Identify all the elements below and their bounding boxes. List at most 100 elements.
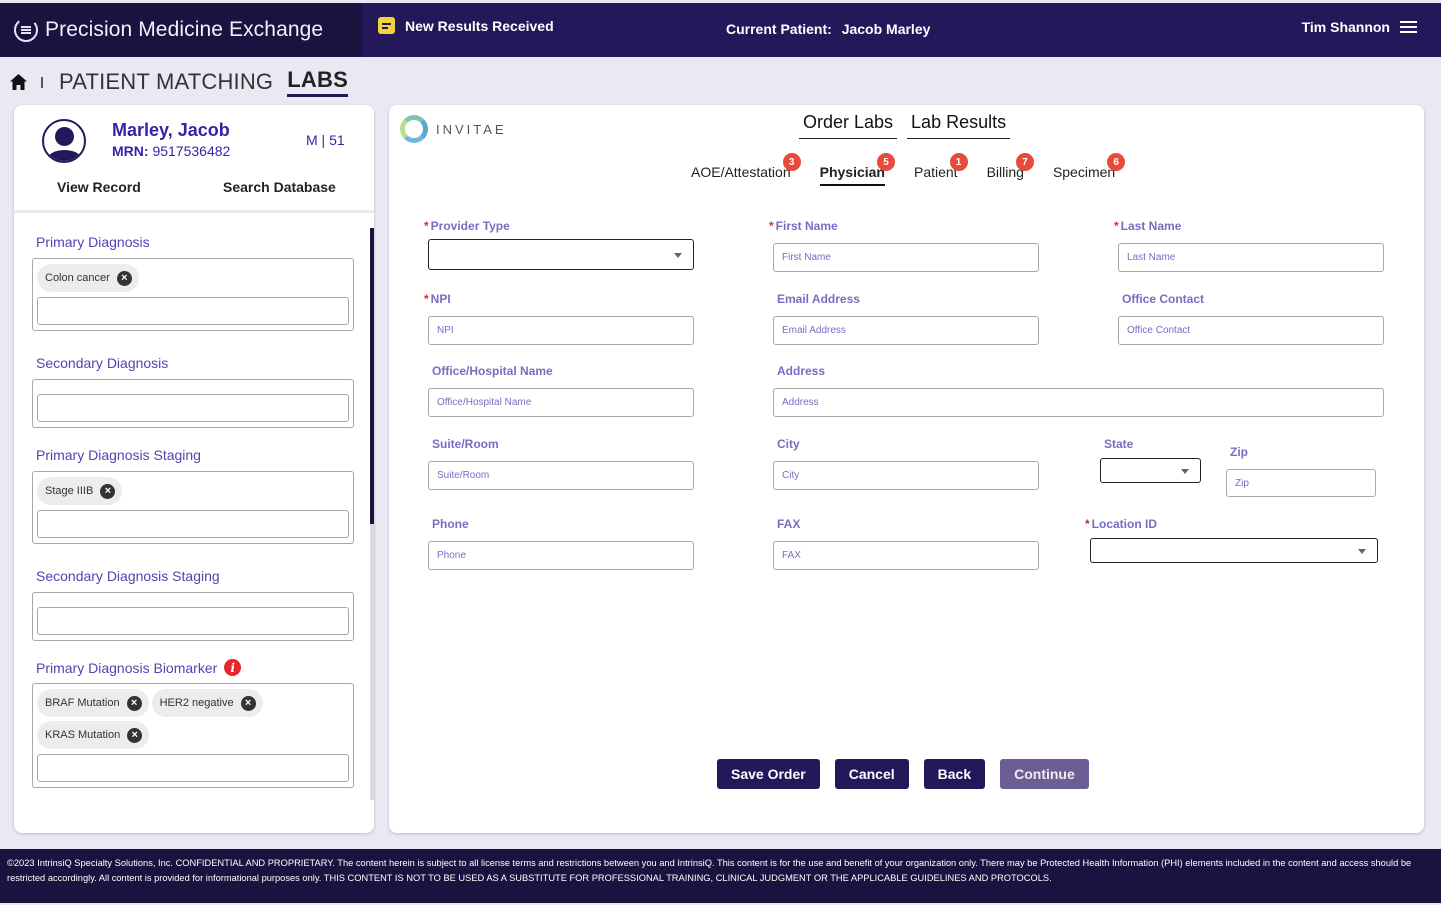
back-button[interactable]: Back: [923, 759, 986, 789]
address-field: Address Address: [773, 364, 1384, 417]
breadcrumb-patient-matching[interactable]: PATIENT MATCHING: [59, 69, 273, 95]
address-input[interactable]: Address: [773, 388, 1384, 417]
city-label: City: [777, 437, 800, 451]
main-tabs: Order Labs Lab Results: [799, 112, 1020, 139]
tab-order-labs[interactable]: Order Labs: [799, 112, 898, 139]
cancel-button[interactable]: Cancel: [834, 759, 909, 789]
remove-chip-icon[interactable]: ×: [240, 695, 256, 711]
remove-chip-icon[interactable]: ×: [126, 695, 142, 711]
suite-label: Suite/Room: [432, 437, 499, 451]
secondary-staging-input[interactable]: [37, 607, 349, 635]
app-name: Precision Medicine Exchange: [45, 18, 324, 41]
tab-lab-results[interactable]: Lab Results: [907, 112, 1011, 139]
count-badge: 6: [1107, 153, 1126, 171]
city-field: City City: [773, 437, 1039, 490]
info-icon[interactable]: i: [224, 659, 242, 676]
diagnosis-list: Primary Diagnosis Colon cancer × Secondar…: [14, 216, 374, 833]
view-record-link[interactable]: View Record: [57, 179, 141, 195]
biomarker-chip: KRAS Mutation ×: [37, 721, 150, 749]
primary-staging-section: Primary Diagnosis Staging Stage IIIB ×: [32, 447, 354, 544]
hamburger-menu-icon[interactable]: [1400, 20, 1417, 34]
current-patient-name: Jacob Marley: [841, 21, 931, 37]
subtab-patient[interactable]: Patient 1: [914, 153, 968, 186]
fax-input[interactable]: FAX: [773, 541, 1039, 570]
brand-logo-icon: [14, 18, 38, 42]
remove-chip-icon[interactable]: ×: [100, 483, 116, 499]
city-input[interactable]: City: [773, 461, 1039, 490]
first-name-label: * First Name: [769, 219, 838, 233]
provider-type-select[interactable]: [428, 239, 694, 270]
zip-input[interactable]: Zip: [1226, 469, 1376, 497]
state-label: State: [1104, 437, 1134, 451]
primary-staging-title: Primary Diagnosis Staging: [36, 447, 201, 463]
phone-input[interactable]: Phone: [428, 541, 694, 570]
sub-tabs: AOE/Attestation 3 Physician 5 Patient 1 Bil…: [691, 153, 1144, 186]
email-input[interactable]: Email Address: [773, 316, 1039, 345]
location-id-select[interactable]: [1090, 538, 1378, 563]
home-icon[interactable]: [10, 74, 27, 90]
current-patient-label: Current Patient:: [726, 21, 832, 37]
secondary-diagnosis-box: [32, 379, 354, 428]
patient-mrn: MRN: 9517536482: [112, 143, 231, 159]
patient-sex-age: M | 51: [306, 132, 345, 148]
last-name-field: * Last Name Last Name: [1114, 219, 1384, 272]
subtab-physician[interactable]: Physician 5: [819, 153, 895, 186]
vendor-name: INVITAE: [436, 121, 507, 137]
office-name-input[interactable]: Office/Hospital Name: [428, 388, 694, 417]
subtab-specimen[interactable]: Specimen 6: [1053, 153, 1126, 186]
npi-field: * NPI NPI: [424, 292, 694, 345]
secondary-staging-title: Secondary Diagnosis Staging: [36, 568, 220, 584]
brand[interactable]: Precision Medicine Exchange: [0, 3, 362, 57]
secondary-diagnosis-input[interactable]: [37, 394, 349, 422]
primary-diagnosis-input[interactable]: [37, 297, 349, 325]
office-contact-input[interactable]: Office Contact: [1118, 316, 1384, 345]
invitae-logo-icon: [400, 115, 428, 143]
form-actions: Save Order Cancel Back Continue: [717, 759, 1089, 789]
fax-field: FAX FAX: [773, 517, 1039, 570]
npi-input[interactable]: NPI: [428, 316, 694, 345]
phone-field: Phone Phone: [428, 517, 694, 570]
new-results-notice[interactable]: New Results Received: [378, 17, 554, 34]
diagnosis-chip: Colon cancer ×: [37, 264, 139, 292]
staging-chip: Stage IIIB ×: [37, 477, 123, 505]
email-label: Email Address: [777, 292, 860, 306]
top-bar: Precision Medicine Exchange New Results …: [0, 3, 1441, 57]
last-name-input[interactable]: Last Name: [1118, 243, 1384, 272]
primary-staging-input[interactable]: [37, 510, 349, 538]
search-database-link[interactable]: Search Database: [223, 179, 336, 195]
scrollbar-thumb[interactable]: [370, 228, 374, 524]
primary-diagnosis-section: Primary Diagnosis Colon cancer ×: [32, 234, 354, 331]
state-select[interactable]: [1100, 458, 1201, 483]
save-order-button[interactable]: Save Order: [717, 759, 820, 789]
footer-disclaimer: ©2023 IntrinsiQ Specialty Solutions, Inc…: [0, 849, 1441, 903]
biomarker-input[interactable]: [37, 754, 349, 782]
count-badge: 3: [782, 153, 801, 171]
office-name-field: Office/Hospital Name Office/Hospital Nam…: [428, 364, 694, 417]
avatar-icon: [42, 119, 86, 163]
biomarker-chip: BRAF Mutation ×: [37, 689, 149, 717]
suite-field: Suite/Room Suite/Room: [428, 437, 694, 490]
biomarker-chip: HER2 negative ×: [151, 689, 263, 717]
state-field: State: [1100, 437, 1201, 483]
suite-input[interactable]: Suite/Room: [428, 461, 694, 490]
patient-name: Marley, Jacob: [112, 120, 230, 140]
provider-type-label: * Provider Type: [424, 219, 510, 233]
remove-chip-icon[interactable]: ×: [127, 727, 143, 743]
subtab-aoe-attestation[interactable]: AOE/Attestation 3: [691, 153, 801, 186]
remove-chip-icon[interactable]: ×: [116, 270, 132, 286]
first-name-input[interactable]: First Name: [773, 243, 1039, 272]
subtab-billing[interactable]: Billing 7: [987, 153, 1034, 186]
zip-field: Zip Zip: [1226, 445, 1376, 497]
count-badge: 5: [876, 153, 895, 171]
breadcrumb-labs[interactable]: LABS: [287, 67, 348, 97]
last-name-label: * Last Name: [1114, 219, 1182, 233]
continue-button[interactable]: Continue: [1000, 759, 1089, 789]
notice-text: New Results Received: [405, 17, 554, 34]
primary-diagnosis-box: Colon cancer ×: [32, 258, 354, 331]
office-contact-label: Office Contact: [1122, 292, 1205, 306]
count-badge: 1: [949, 153, 968, 171]
primary-staging-box: Stage IIIB ×: [32, 471, 354, 544]
user-menu[interactable]: Tim Shannon: [1302, 19, 1417, 35]
zip-label: Zip: [1230, 445, 1248, 459]
current-patient: Current Patient: Jacob Marley: [726, 21, 930, 37]
